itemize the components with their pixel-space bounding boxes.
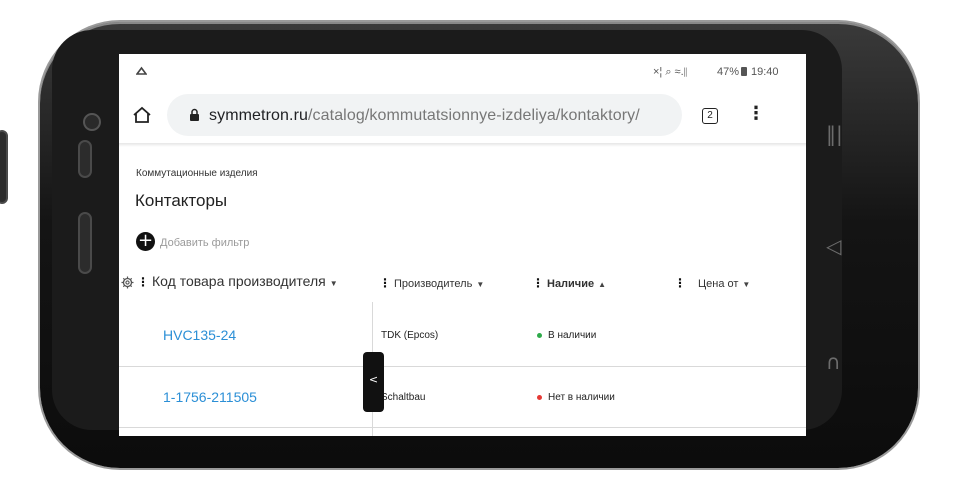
product-code-link[interactable]: 1-1756-211505 [163,389,257,405]
recent-apps-icon[interactable]: ‖| [826,122,843,146]
status-dot-icon [537,332,542,338]
drag-handle-icon[interactable]: ⋮ [137,275,149,289]
sort-desc-icon[interactable]: ▼ [742,280,750,289]
drag-handle-icon[interactable]: ⋮ [532,276,544,290]
back-icon[interactable]: ◁ [826,234,841,258]
signal-icons: ×¦ ⌕ ≈.∥ [653,66,688,78]
more-vert-icon[interactable]: ⋮ [747,103,765,124]
add-filter-button[interactable]: Добавить фильтр [160,237,249,249]
sort-desc-icon[interactable]: ▼ [476,280,484,289]
product-code-link[interactable]: HVC135-24 [163,327,236,343]
manufacturer-cell: TDK (Epcos) [381,330,439,341]
url-host: symmetron.ru [209,107,308,124]
drag-handle-icon[interactable]: ⋮ [674,276,686,290]
availability-cell: В наличии [537,330,596,341]
tab-switcher-button[interactable]: 2 [702,108,718,124]
add-filter-icon[interactable]: + [136,232,155,251]
collapse-column-handle[interactable]: < [363,352,384,412]
home-nav-icon[interactable]: ∩ [826,350,841,374]
url-text[interactable]: symmetron.ru/catalog/kommutatsionnye-izd… [209,107,640,125]
sensor-slot [78,140,92,178]
column-header-price[interactable]: ⋮ Цена от ▼ [674,276,750,290]
column-header-manufacturer[interactable]: ⋮ Производитель ▼ [379,276,484,290]
volume-button [0,130,8,204]
clock: 19:40 [751,66,779,78]
url-path: /catalog/kommutatsionnye-izdeliya/kontak… [308,107,640,124]
drag-handle-icon[interactable]: ⋮ [379,276,391,290]
availability-cell: Нет в наличии [537,392,615,403]
browser-screen: ×¦ ⌕ ≈.∥ 47% 19:40 symmetron.ru/catalog/… [119,54,806,436]
row-divider [119,366,806,367]
status-bar: ×¦ ⌕ ≈.∥ 47% 19:40 [119,54,806,92]
home-icon[interactable] [132,106,152,124]
page-title: Контакторы [135,191,228,210]
notification-icon [136,66,147,75]
column-header-availability[interactable]: ⋮ Наличие ▲ [532,276,606,290]
speaker-slot [78,212,92,274]
toolbar-shadow [119,143,806,147]
breadcrumb[interactable]: Коммутационные изделия [136,168,258,179]
battery-percent: 47% [717,66,740,78]
battery-icon [741,67,747,76]
sort-desc-icon[interactable]: ▼ [330,279,338,288]
column-header-code[interactable]: ⋮ Код товара производителя ▼ [137,273,338,289]
camera-icon [83,113,101,131]
row-divider [119,427,806,428]
settings-gear-icon[interactable] [121,276,134,289]
manufacturer-cell: Schaltbau [381,392,426,403]
status-dot-icon [537,394,542,400]
lock-icon [190,108,199,121]
sort-asc-icon[interactable]: ▲ [598,280,606,289]
